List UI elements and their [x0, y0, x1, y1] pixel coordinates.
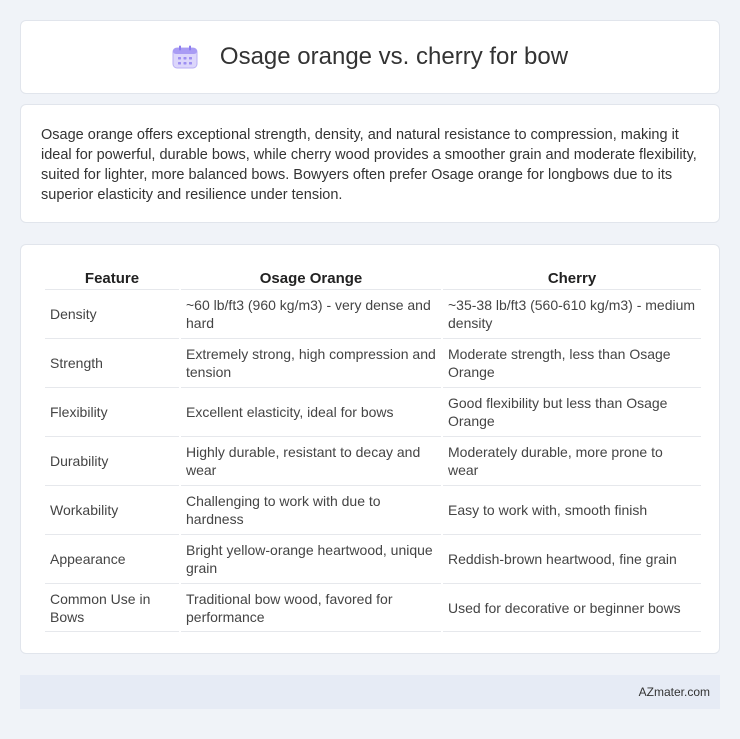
column-header-cherry: Cherry	[547, 270, 597, 287]
cherry-cell: ~35-38 lb/ft3 (560-610 kg/m3) - medium d…	[443, 289, 701, 338]
comparison-table-card: Feature Osage Orange Cherry Density ~60 …	[20, 244, 720, 654]
footer-brand: AZmater.com	[638, 685, 710, 699]
title-card: Osage orange vs. cherry for bow	[20, 20, 720, 94]
table-row: Appearance Bright yellow-orange heartwoo…	[45, 534, 701, 583]
calendar-icon	[172, 45, 198, 69]
osage-orange-cell: Bright yellow-orange heartwood, unique g…	[181, 534, 441, 583]
cherry-cell: Easy to work with, smooth finish	[443, 485, 701, 534]
cherry-cell: Moderately durable, more prone to wear	[443, 436, 701, 485]
cherry-cell: Moderate strength, less than Osage Orang…	[443, 338, 701, 387]
cherry-cell: Used for decorative or beginner bows	[443, 583, 701, 632]
comparison-table: Feature Osage Orange Cherry Density ~60 …	[43, 263, 703, 632]
osage-orange-cell: Extremely strong, high compression and t…	[181, 338, 441, 387]
summary-card: Osage orange offers exceptional strength…	[20, 104, 720, 223]
table-row: Flexibility Excellent elasticity, ideal …	[45, 387, 701, 436]
feature-cell: Durability	[45, 436, 179, 485]
table-row: Density ~60 lb/ft3 (960 kg/m3) - very de…	[45, 289, 701, 338]
osage-orange-cell: Challenging to work with due to hardness	[181, 485, 441, 534]
osage-orange-cell: Excellent elasticity, ideal for bows	[181, 387, 441, 436]
column-header-osage-orange: Osage Orange	[259, 270, 363, 287]
cherry-cell: Reddish-brown heartwood, fine grain	[443, 534, 701, 583]
osage-orange-cell: ~60 lb/ft3 (960 kg/m3) - very dense and …	[181, 289, 441, 338]
summary-text: Osage orange offers exceptional strength…	[41, 127, 697, 203]
osage-orange-cell: Highly durable, resistant to decay and w…	[181, 436, 441, 485]
table-row: Workability Challenging to work with due…	[45, 485, 701, 534]
footer-bar: AZmater.com	[20, 675, 720, 709]
page-title: Osage orange vs. cherry for bow	[219, 43, 569, 70]
table-header-row: Feature Osage Orange Cherry	[45, 263, 701, 289]
feature-cell: Flexibility	[45, 387, 179, 436]
osage-orange-cell: Traditional bow wood, favored for perfor…	[181, 583, 441, 632]
title-wrap: Osage orange vs. cherry for bow	[172, 43, 568, 71]
feature-cell: Common Use in Bows	[45, 583, 179, 632]
feature-cell: Appearance	[45, 534, 179, 583]
column-header-feature: Feature	[84, 270, 140, 287]
table-row: Common Use in Bows Traditional bow wood,…	[45, 583, 701, 632]
table-row: Strength Extremely strong, high compress…	[45, 338, 701, 387]
cherry-cell: Good flexibility but less than Osage Ora…	[443, 387, 701, 436]
feature-cell: Strength	[45, 338, 179, 387]
feature-cell: Workability	[45, 485, 179, 534]
table-row: Durability Highly durable, resistant to …	[45, 436, 701, 485]
feature-cell: Density	[45, 289, 179, 338]
